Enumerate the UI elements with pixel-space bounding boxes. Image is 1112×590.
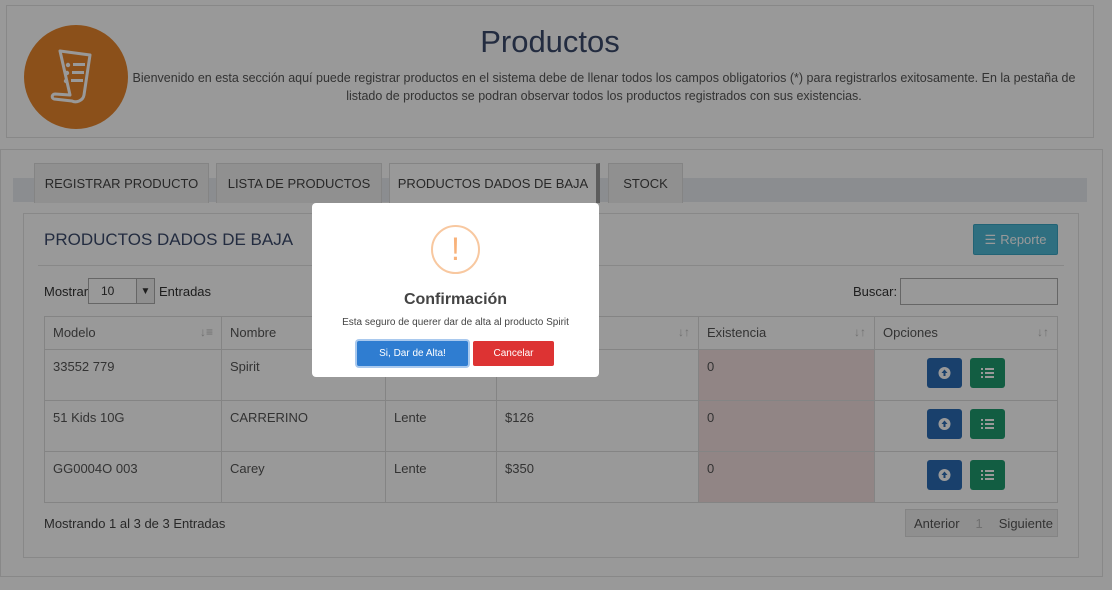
dialog-message: Esta seguro de querer dar de alta al pro…	[342, 317, 569, 328]
cancel-button[interactable]: Cancelar	[473, 341, 554, 366]
confirm-button[interactable]: Si, Dar de Alta!	[357, 341, 468, 366]
dialog-title: Confirmación	[403, 291, 508, 308]
confirmation-dialog: ! Confirmación Esta seguro de querer dar…	[312, 203, 599, 377]
warning-icon: !	[431, 225, 480, 274]
